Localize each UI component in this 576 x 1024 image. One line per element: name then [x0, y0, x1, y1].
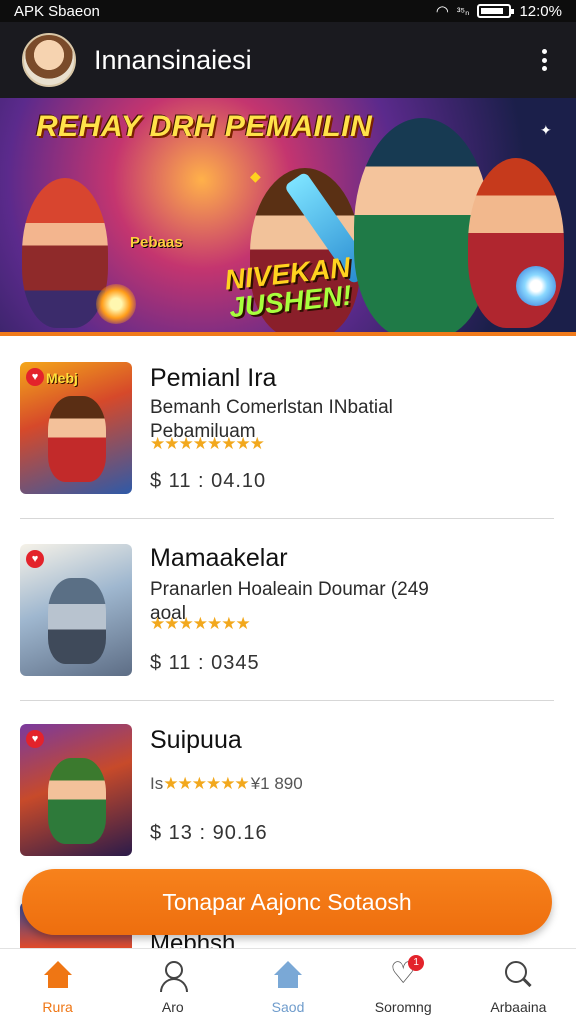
app-title: Innansinaiesi: [94, 44, 252, 75]
divider: [20, 700, 554, 701]
thumbnail-character: [48, 396, 106, 482]
nav-item-search[interactable]: Arbaaina: [461, 949, 576, 1024]
hero-banner[interactable]: ✦ ◆ REHAY DRH PEMAILIN Pebaas NIVEKAN JU…: [0, 98, 576, 336]
fireball-effect: [96, 284, 136, 324]
app-bar: Innansinaiesi: [0, 22, 576, 98]
avatar[interactable]: [22, 33, 76, 87]
nav-item-home[interactable]: Rura: [0, 949, 115, 1024]
nav-label: Arbaaina: [490, 999, 547, 1015]
orb-effect: [516, 266, 556, 306]
sparkle-icon: ◆: [250, 168, 261, 184]
rating-stars: Is★★★★★★ ¥1 890: [150, 774, 303, 794]
home-icon: [41, 959, 75, 993]
game-name[interactable]: Suipuua: [150, 726, 242, 755]
game-thumbnail[interactable]: Mebj ♥: [20, 362, 132, 494]
hero-badge: Pebaas: [130, 234, 183, 251]
thumbnail-character: [48, 758, 106, 844]
heart-icon: ♥: [26, 550, 44, 568]
search-icon: [501, 959, 535, 993]
rating-stars: ★★★★★★★★: [150, 434, 265, 453]
battery-icon: [477, 4, 515, 18]
user-icon: [156, 959, 190, 993]
thumbnail-text: Mebj: [46, 370, 78, 386]
notification-badge: 1: [408, 955, 425, 971]
status-bar: APK Sbaeon ◠ ³⁵ₙ 12:0%: [0, 0, 576, 22]
nav-label: Soromng: [374, 999, 432, 1015]
shop-house-icon: [271, 959, 305, 993]
hero-title: REHAY DRH PEMAILIN: [36, 110, 373, 143]
status-time: 12:0%: [519, 2, 562, 20]
more-options-icon[interactable]: [534, 43, 554, 77]
divider: [20, 518, 554, 519]
game-name[interactable]: Pemianl Ira: [150, 364, 276, 393]
heart-icon: ♥: [26, 368, 44, 386]
nav-item-profile[interactable]: Aro: [115, 949, 230, 1024]
heart-icon: ♥: [26, 730, 44, 748]
status-right: ◠ ³⁵ₙ 12:0%: [435, 2, 562, 21]
nav-label: Aro: [161, 999, 184, 1015]
nav-item-shop[interactable]: Saod: [230, 949, 345, 1024]
rating-stars: ★★★★★★★: [150, 614, 251, 633]
bottom-nav: Rura Aro Saod ♡ 1 Soromng Arbaaina: [0, 948, 576, 1024]
hero-character-right: [468, 158, 564, 328]
signal-text: ³⁵ₙ: [456, 5, 470, 18]
nav-item-favorites[interactable]: ♡ 1 Soromng: [346, 949, 461, 1024]
nav-label: Rura: [42, 999, 73, 1015]
sparkle-icon: ✦: [540, 122, 552, 138]
nav-label: Saod: [271, 999, 305, 1015]
game-name[interactable]: Mamaakelar: [150, 544, 288, 573]
heart-icon: ♡ 1: [386, 955, 425, 993]
game-price: $ 13 : 90.16: [150, 822, 268, 844]
game-thumbnail[interactable]: ♥: [20, 544, 132, 676]
status-left-text: APK Sbaeon: [14, 2, 100, 20]
game-thumbnail[interactable]: ♥: [20, 724, 132, 856]
primary-cta-button[interactable]: Tonapar Aajonc Sotaosh: [22, 869, 552, 935]
game-price: $ 11 : 04.10: [150, 470, 267, 492]
game-price: $ 11 : 0345: [150, 652, 260, 674]
thumbnail-character: [48, 578, 106, 664]
rating-star-glyphs: ★★★★★★: [163, 774, 249, 793]
wifi-icon: ◠: [435, 3, 449, 20]
rating-prefix: Is: [150, 774, 164, 793]
rating-suffix: ¥1 890: [250, 774, 303, 793]
